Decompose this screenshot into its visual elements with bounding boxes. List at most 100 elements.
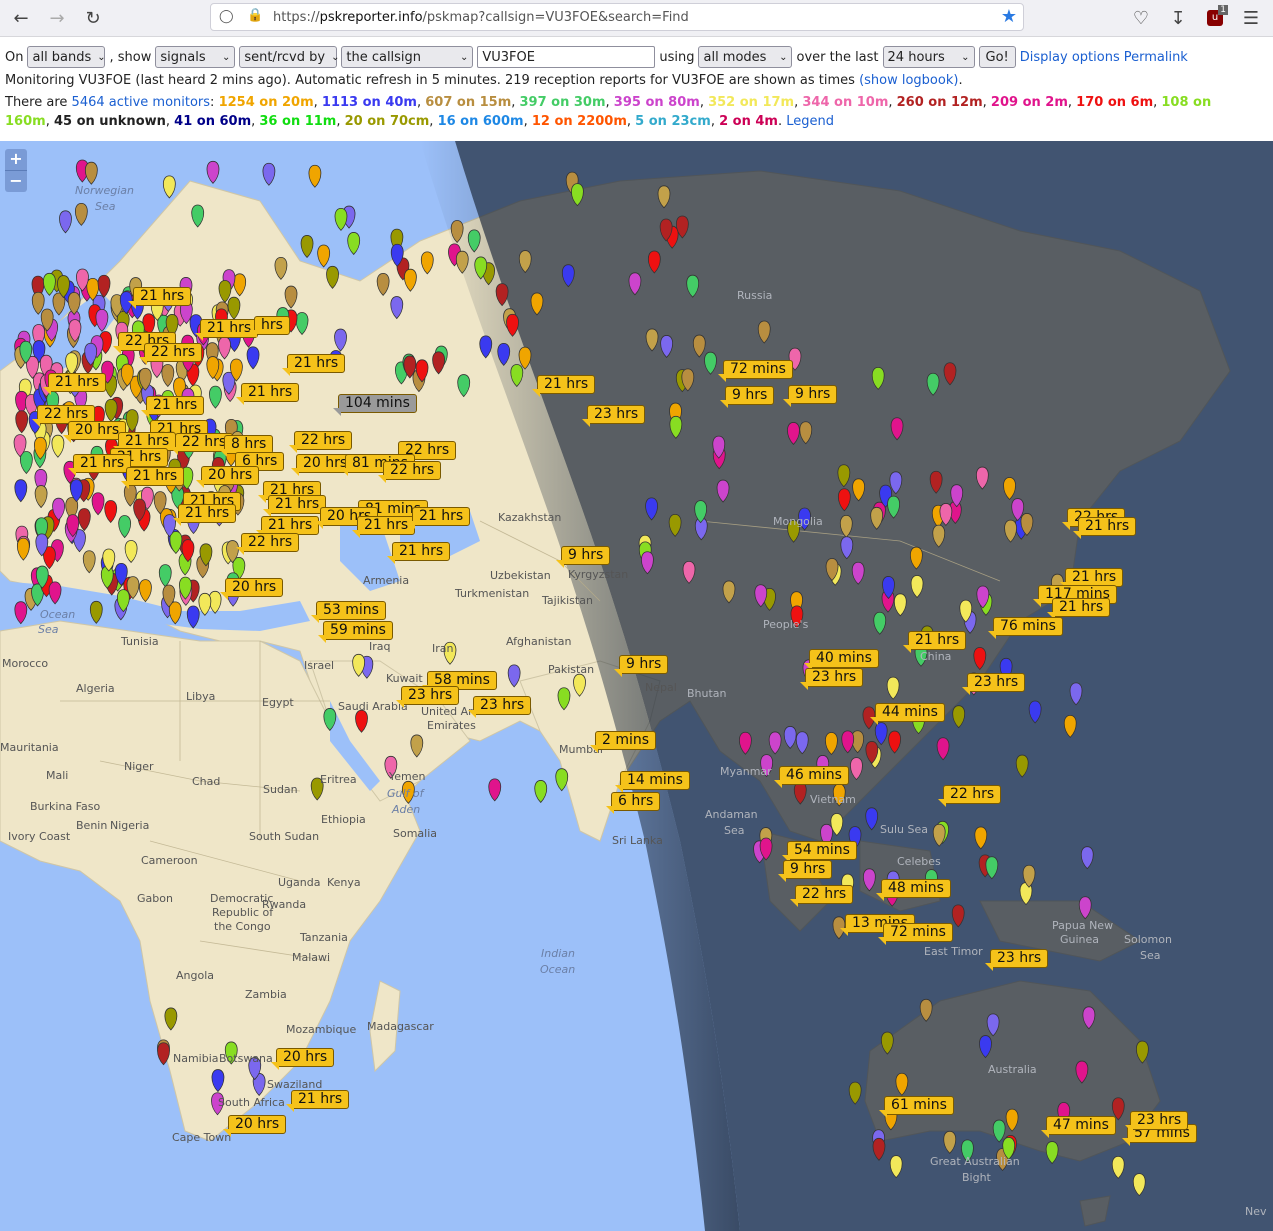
reception-time-label[interactable]: 59 mins bbox=[318, 621, 393, 643]
go-button[interactable]: Go! bbox=[978, 46, 1016, 68]
reload-icon[interactable]: ↻ bbox=[80, 5, 106, 31]
reception-time-label[interactable]: hrs bbox=[249, 316, 290, 338]
reception-time-label[interactable]: 21 hrs bbox=[262, 495, 327, 517]
reception-time-label[interactable]: 23 hrs bbox=[467, 696, 532, 718]
show-select[interactable]: signals ⌄ bbox=[155, 46, 236, 68]
reception-time-label[interactable]: 47 mins bbox=[1041, 1116, 1116, 1138]
station-marker-icon[interactable] bbox=[308, 164, 322, 188]
menu-icon[interactable]: ☰ bbox=[1238, 5, 1264, 31]
reception-time-label[interactable]: 104 mins bbox=[333, 394, 417, 416]
show-logbook-link[interactable]: (show logbook) bbox=[859, 73, 958, 88]
station-marker-icon[interactable] bbox=[84, 161, 98, 185]
place-label: the Congo bbox=[214, 920, 271, 933]
reception-time-label[interactable]: 20 hrs bbox=[222, 1115, 287, 1137]
reception-time-label[interactable]: 22 hrs bbox=[138, 343, 203, 365]
reception-time-label[interactable]: 21 hrs bbox=[902, 631, 967, 653]
ublock-icon[interactable]: u 1 bbox=[1202, 5, 1228, 31]
reception-time-label[interactable]: 21 hrs bbox=[531, 375, 596, 397]
reception-time-label[interactable]: 2 mins bbox=[589, 731, 657, 753]
station-marker-icon[interactable] bbox=[262, 162, 276, 186]
monitors-prefix: There are bbox=[5, 95, 68, 110]
station-marker-icon[interactable] bbox=[534, 780, 548, 803]
reception-time-label[interactable]: 9 hrs bbox=[782, 385, 838, 407]
reception-time-label[interactable]: 21 hrs bbox=[1072, 517, 1137, 539]
bookmark-star-icon[interactable]: ★ bbox=[1001, 6, 1017, 27]
station-marker-icon[interactable] bbox=[43, 272, 56, 296]
reception-time-label[interactable]: 21 hrs bbox=[1046, 598, 1111, 620]
reception-time-label[interactable]: 21 hrs bbox=[120, 467, 185, 489]
reception-time-label[interactable]: 76 mins bbox=[988, 617, 1063, 639]
permalink-link[interactable]: Permalink bbox=[1124, 50, 1188, 65]
station-marker-icon[interactable] bbox=[89, 600, 103, 624]
callsign-input[interactable]: VU3FOE bbox=[477, 46, 656, 68]
reception-time-label[interactable]: 21 hrs bbox=[285, 1090, 350, 1112]
zoom-out-button[interactable]: − bbox=[5, 171, 27, 192]
reception-time-label[interactable]: 21 hrs bbox=[235, 383, 300, 405]
zoom-in-button[interactable]: + bbox=[5, 149, 27, 171]
reception-time-label[interactable]: 9 hrs bbox=[719, 386, 775, 408]
reception-time-label[interactable]: 20 hrs bbox=[195, 466, 260, 488]
reception-time-label[interactable]: 21 hrs bbox=[42, 373, 107, 395]
reception-time-label[interactable]: 21 hrs bbox=[406, 507, 471, 529]
pocket-icon[interactable]: ♡ bbox=[1128, 5, 1154, 31]
reception-time-label[interactable]: 22 hrs bbox=[937, 785, 1002, 807]
reception-time-label[interactable]: 48 mins bbox=[876, 879, 951, 901]
reception-time-label[interactable]: 21 hrs bbox=[140, 396, 205, 418]
target-select[interactable]: the callsign ⌄ bbox=[341, 46, 474, 68]
reception-time-label[interactable]: 23 hrs bbox=[1124, 1111, 1189, 1133]
station-marker-icon[interactable] bbox=[300, 235, 314, 259]
active-monitors-link[interactable]: 5464 active monitors bbox=[72, 95, 211, 110]
reception-time-label[interactable]: 23 hrs bbox=[984, 949, 1049, 971]
reception-time-label[interactable]: 14 mins bbox=[615, 771, 690, 793]
world-map[interactable]: + − Norwegian Sea Russia Kazakhstan Mongolia… bbox=[0, 141, 1273, 1231]
download-icon[interactable]: ↧ bbox=[1165, 5, 1191, 31]
legend-link[interactable]: Legend bbox=[786, 114, 834, 129]
reception-time-label[interactable]: 20 hrs bbox=[270, 1048, 335, 1070]
reception-time-label[interactable]: 23 hrs bbox=[581, 405, 646, 427]
reception-time-label[interactable]: 72 mins bbox=[878, 923, 953, 945]
reception-time-label[interactable]: 22 hrs bbox=[235, 533, 300, 555]
reception-time-label[interactable]: 21 hrs bbox=[386, 542, 451, 564]
station-marker-icon[interactable] bbox=[74, 202, 88, 226]
station-marker-icon[interactable] bbox=[347, 232, 361, 256]
direction-select[interactable]: sent/rcvd by ⌄ bbox=[239, 46, 339, 68]
reception-time-label[interactable]: 9 hrs bbox=[613, 655, 669, 677]
reception-time-label[interactable]: 44 mins bbox=[870, 703, 945, 725]
forward-icon[interactable]: → bbox=[44, 5, 70, 31]
reception-time-label[interactable]: 46 mins bbox=[774, 766, 849, 788]
band-select[interactable]: all bands ⌄ bbox=[27, 46, 106, 68]
station-marker-icon[interactable] bbox=[488, 778, 502, 802]
display-options-link[interactable]: Display options bbox=[1020, 50, 1120, 65]
reception-time-label[interactable]: 21 hrs bbox=[127, 287, 192, 309]
reception-time-label[interactable]: 61 mins bbox=[879, 1096, 954, 1118]
reception-time-label[interactable]: 9 hrs bbox=[777, 860, 833, 882]
reception-time-label[interactable]: 40 mins bbox=[804, 649, 879, 671]
station-marker-icon[interactable] bbox=[334, 207, 348, 231]
station-marker-icon[interactable] bbox=[162, 175, 176, 199]
back-icon[interactable]: ← bbox=[8, 5, 34, 31]
reception-time-label[interactable]: 54 mins bbox=[782, 841, 857, 863]
reception-time-label[interactable]: 23 hrs bbox=[395, 686, 460, 708]
reception-time-label[interactable]: 53 mins bbox=[311, 601, 386, 623]
url-text: https://pskreporter.info/pskmap?callsign… bbox=[273, 10, 689, 25]
reception-time-label[interactable]: 23 hrs bbox=[961, 673, 1026, 695]
station-marker-icon[interactable] bbox=[59, 210, 72, 234]
reception-time-label[interactable]: 23 hrs bbox=[799, 668, 864, 690]
reception-time-label[interactable]: 6 hrs bbox=[605, 792, 661, 814]
reception-time-label[interactable]: 9 hrs bbox=[555, 546, 611, 568]
station-marker-icon[interactable] bbox=[317, 244, 331, 268]
reception-time-label[interactable]: 21 hrs bbox=[67, 454, 132, 476]
reception-time-label[interactable]: 22 hrs bbox=[377, 461, 442, 483]
reception-time-label[interactable]: 72 mins bbox=[718, 360, 793, 382]
time-select[interactable]: 24 hours ⌄ bbox=[882, 46, 975, 68]
station-marker-icon[interactable] bbox=[14, 601, 28, 625]
reception-time-label[interactable]: 20 hrs bbox=[219, 578, 284, 600]
station-marker-icon[interactable] bbox=[555, 768, 569, 792]
reception-time-label[interactable]: 21 hrs bbox=[281, 354, 346, 376]
address-bar[interactable]: ◯ 🔒 https://pskreporter.info/pskmap?call… bbox=[210, 3, 1024, 31]
station-marker-icon[interactable] bbox=[206, 160, 220, 184]
reception-time-label[interactable]: 21 hrs bbox=[172, 504, 237, 526]
reception-time-label[interactable]: 22 hrs bbox=[288, 431, 353, 453]
mode-select[interactable]: all modes ⌄ bbox=[698, 46, 793, 68]
reception-time-label[interactable]: 22 hrs bbox=[789, 885, 854, 907]
